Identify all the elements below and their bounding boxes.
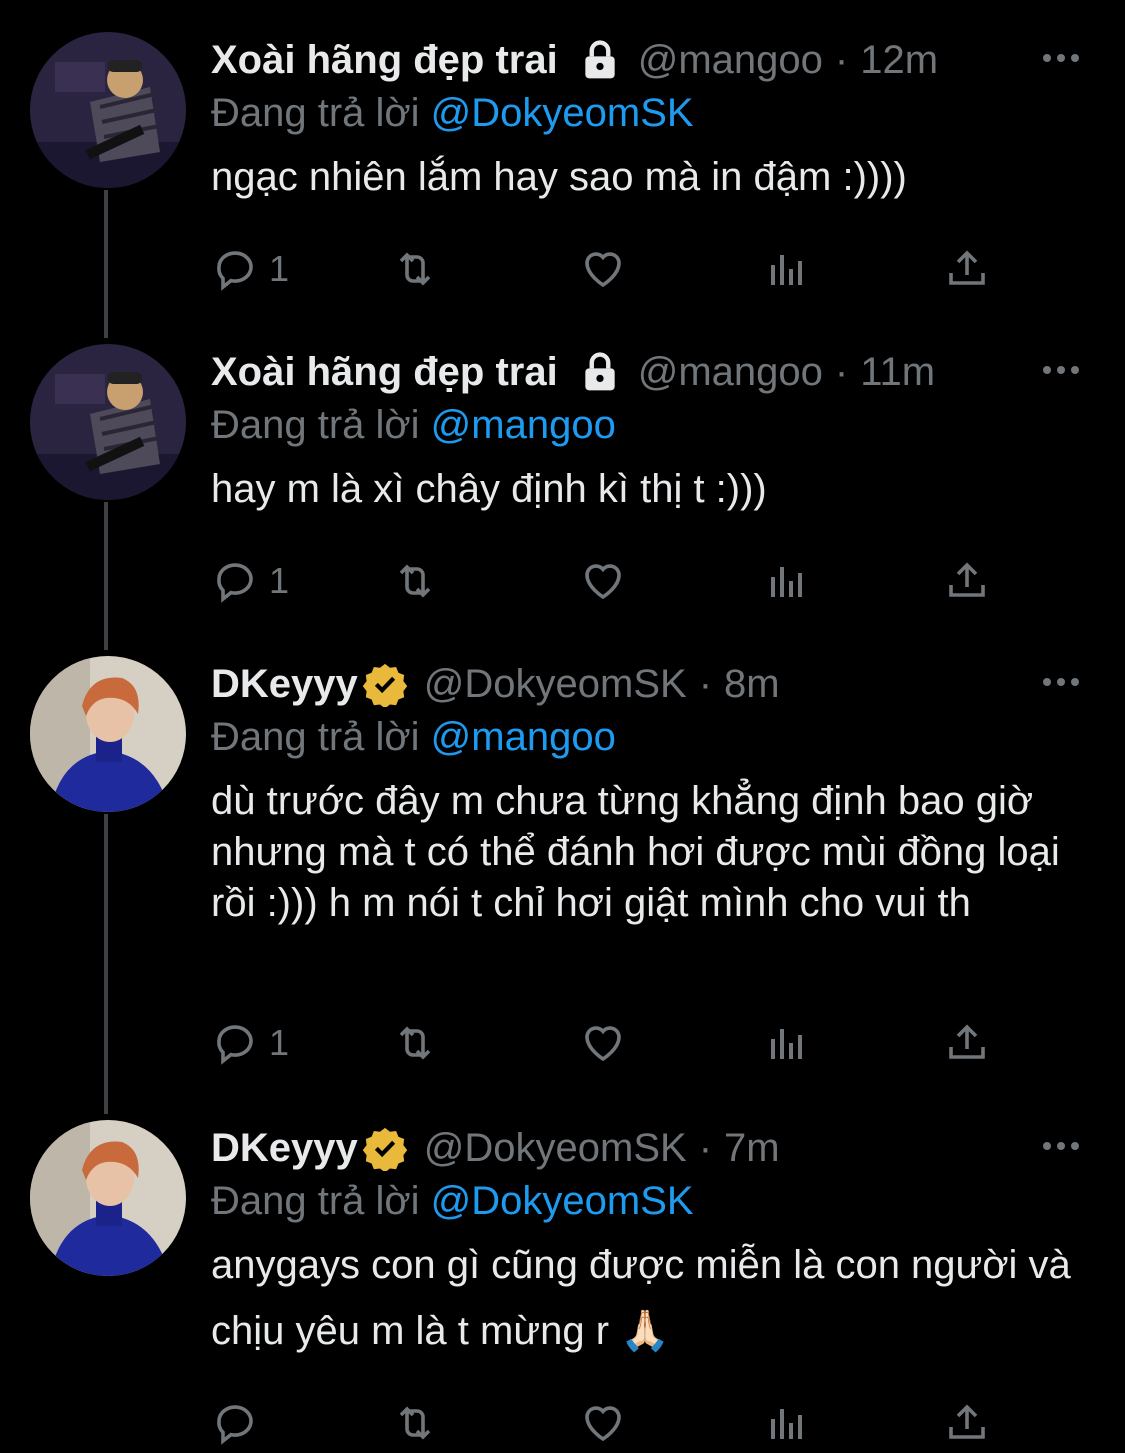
avatar-dkeyyy-image	[30, 656, 186, 812]
heart-icon	[585, 1026, 621, 1062]
avatar-mango-image	[30, 32, 186, 188]
display-name[interactable]: Xoài hãng đẹp trai	[211, 350, 558, 395]
reply-icon	[217, 563, 253, 603]
reply-button[interactable]: 1	[211, 556, 289, 606]
avatar[interactable]	[30, 344, 186, 500]
replying-to-handle[interactable]: @mangoo	[431, 403, 616, 447]
replying-to: Đang trả lời @mangoo	[211, 712, 1095, 762]
tweet-text: ngạc nhiên lắm hay sao mà in đậm :))))	[211, 155, 907, 199]
thread-line	[104, 502, 108, 650]
display-name[interactable]: Xoài hãng đẹp trai	[211, 38, 558, 83]
reply-count: 1	[269, 248, 290, 289]
avatar-dkeyyy-image	[30, 1120, 186, 1276]
replying-to-label: Đang trả lời	[211, 1179, 420, 1223]
share-button[interactable]	[943, 1018, 991, 1068]
reply-button[interactable]: 1	[211, 1018, 289, 1068]
more-options-icon[interactable]	[1041, 672, 1081, 692]
analytics-button[interactable]	[763, 1398, 811, 1448]
timestamp[interactable]: 12m	[860, 38, 938, 83]
replying-to-handle[interactable]: @DokyeomSK	[431, 91, 694, 135]
reply-button[interactable]	[211, 1398, 259, 1448]
analytics-button[interactable]	[763, 556, 811, 606]
analytics-button[interactable]	[763, 1018, 811, 1068]
avatar[interactable]	[30, 32, 186, 188]
tweet-text: anygays con gì cũng được miễn là con ngư…	[211, 1243, 1071, 1353]
handle[interactable]: @DokyeomSK	[424, 662, 687, 707]
timestamp[interactable]: 7m	[724, 1126, 780, 1171]
share-icon	[949, 250, 985, 285]
analytics-icon	[771, 1029, 802, 1059]
replying-to: Đang trả lời @mangoo	[211, 400, 1095, 450]
retweet-button[interactable]	[391, 1018, 439, 1068]
handle[interactable]: @DokyeomSK	[424, 1126, 687, 1171]
handle[interactable]: @mangoo	[638, 38, 823, 83]
share-button[interactable]	[943, 556, 991, 606]
replying-to-handle[interactable]: @mangoo	[431, 715, 616, 759]
retweet-button[interactable]	[391, 244, 439, 294]
thread-line	[104, 190, 108, 338]
thread-line	[104, 814, 108, 1114]
replying-to-label: Đang trả lời	[211, 715, 420, 759]
replying-to: Đang trả lời @DokyeomSK	[211, 88, 1095, 138]
verified-badge-icon	[362, 663, 407, 707]
like-button[interactable]	[579, 1398, 627, 1448]
replying-to-label: Đang trả lời	[211, 403, 420, 447]
share-button[interactable]	[943, 244, 991, 294]
action-bar: 1	[211, 1018, 1001, 1068]
retweet-icon	[399, 1026, 431, 1060]
tweet-text: dù trước đây m chưa từng khẳng định bao …	[211, 779, 1060, 925]
analytics-icon	[771, 255, 802, 285]
separator: ·	[698, 1125, 713, 1170]
action-bar: 1	[211, 244, 1001, 294]
share-icon	[949, 1404, 985, 1439]
like-button[interactable]	[579, 244, 627, 294]
retweet-icon	[399, 1406, 431, 1440]
analytics-icon	[771, 567, 802, 597]
heart-icon	[585, 1406, 621, 1442]
more-options-icon[interactable]	[1041, 360, 1081, 380]
heart-icon	[585, 252, 621, 288]
replying-to-label: Đang trả lời	[211, 91, 420, 135]
display-name[interactable]: DKeyyy	[211, 662, 358, 707]
more-options-icon[interactable]	[1041, 48, 1081, 68]
share-icon	[949, 1024, 985, 1059]
replying-to-handle[interactable]: @DokyeomSK	[431, 1179, 694, 1223]
like-button[interactable]	[579, 556, 627, 606]
retweet-icon	[399, 564, 431, 598]
display-name[interactable]: DKeyyy	[211, 1126, 358, 1171]
separator: ·	[698, 661, 713, 706]
separator: ·	[834, 37, 849, 82]
verified-badge-icon	[362, 1127, 407, 1171]
timestamp[interactable]: 11m	[860, 350, 935, 395]
lock-icon	[585, 352, 615, 391]
handle[interactable]: @mangoo	[638, 350, 823, 395]
share-button[interactable]	[943, 1398, 991, 1448]
timestamp[interactable]: 8m	[724, 662, 780, 707]
more-options-icon[interactable]	[1041, 1136, 1081, 1156]
action-bar	[211, 1398, 1001, 1448]
analytics-button[interactable]	[763, 244, 811, 294]
tweet-text: hay m là xì chây định kì thị t :)))	[211, 467, 767, 511]
analytics-icon	[771, 1409, 802, 1439]
share-icon	[949, 562, 985, 597]
reply-icon	[217, 251, 253, 291]
retweet-button[interactable]	[391, 556, 439, 606]
retweet-icon	[399, 252, 431, 286]
reply-count: 1	[269, 1022, 290, 1063]
reply-count: 1	[269, 560, 290, 601]
separator: ·	[834, 349, 849, 394]
action-bar: 1	[211, 556, 1001, 606]
reply-button[interactable]: 1	[211, 244, 289, 294]
replying-to: Đang trả lời @DokyeomSK	[211, 1176, 1095, 1226]
reply-icon	[217, 1025, 253, 1065]
avatar[interactable]	[30, 656, 186, 812]
like-button[interactable]	[579, 1018, 627, 1068]
retweet-button[interactable]	[391, 1398, 439, 1448]
avatar-mango-image	[30, 344, 186, 500]
reply-icon	[217, 1405, 253, 1445]
lock-icon	[585, 40, 615, 79]
avatar[interactable]	[30, 1120, 186, 1276]
heart-icon	[585, 564, 621, 600]
